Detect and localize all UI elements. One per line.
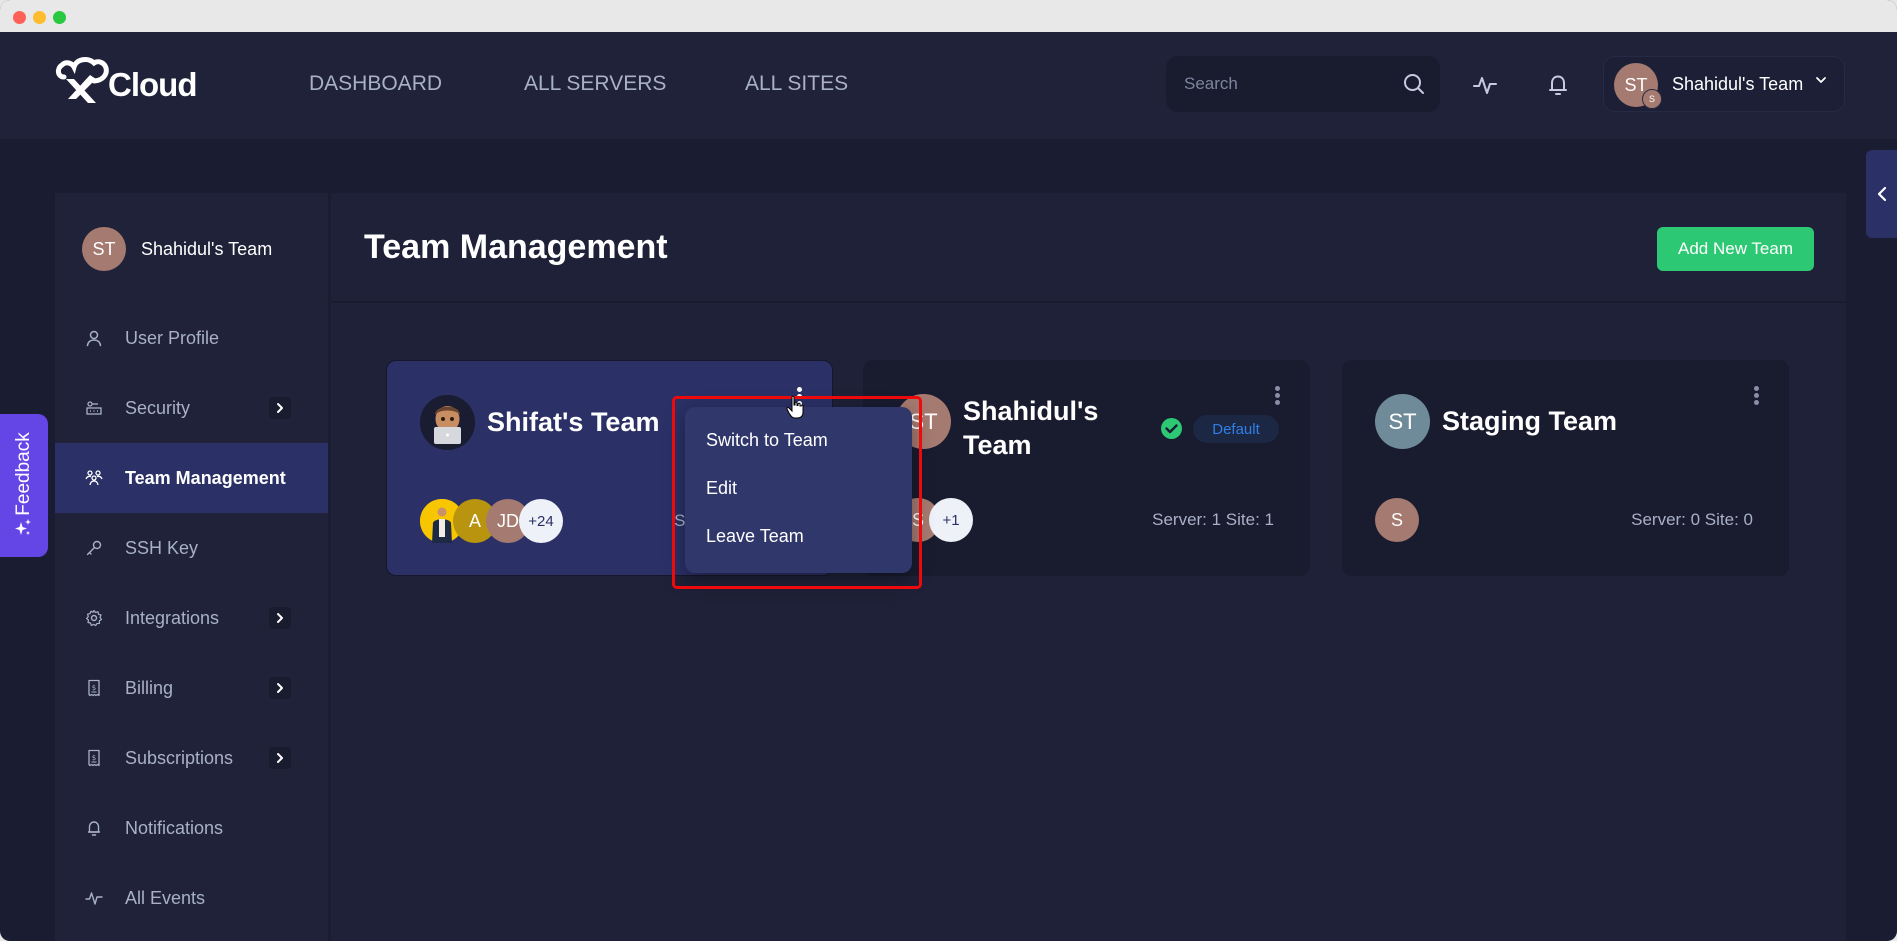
team-name: Staging Team	[1442, 406, 1618, 436]
default-badge: Default	[1193, 415, 1279, 443]
team-stats: Server: 0 Site: 0	[1631, 510, 1753, 529]
user-mini-avatar: S	[1642, 89, 1662, 109]
chevron-right-icon	[277, 613, 283, 623]
settings-sidebar: ST Shahidul's Team User Profile Security	[55, 193, 328, 941]
gear-icon	[85, 609, 103, 627]
sidebar-item-all-events[interactable]: All Events	[55, 863, 328, 933]
menu-item-leave-team[interactable]: Leave Team	[706, 526, 804, 547]
sidebar-item-label: Integrations	[125, 607, 220, 628]
close-window-button[interactable]	[13, 11, 26, 24]
sidebar-item-label: Security	[125, 397, 191, 418]
expand-submenu-button[interactable]	[269, 747, 291, 769]
member-avatars: A JD +24	[420, 499, 563, 543]
activity-icon[interactable]	[1472, 72, 1498, 98]
add-new-team-button[interactable]: Add New Team	[1657, 227, 1814, 271]
sidebar-item-label: Team Management	[125, 467, 286, 488]
expand-submenu-button[interactable]	[269, 397, 291, 419]
key-icon	[86, 540, 102, 556]
nav-all-sites[interactable]: ALL SITES	[745, 72, 848, 96]
security-icon	[86, 401, 102, 415]
sidebar-item-label: SSH Key	[125, 537, 199, 558]
team-name: Shifat's Team	[487, 407, 660, 437]
menu-item-edit[interactable]: Edit	[706, 478, 737, 499]
feedback-button[interactable]: Feedback	[0, 414, 48, 557]
sparkle-icon	[15, 519, 31, 535]
expand-submenu-button[interactable]	[269, 677, 291, 699]
team-stats: Server: 1 Site: 1	[1152, 510, 1274, 529]
top-navbar: Cloud DASHBOARD ALL SERVERS ALL SITES ST…	[0, 32, 1897, 139]
svg-text:$: $	[92, 754, 96, 762]
menu-item-switch-to-team[interactable]: Switch to Team	[706, 430, 828, 451]
sidebar-item-label: Notifications	[125, 817, 224, 838]
collapse-panel-button[interactable]	[1866, 150, 1897, 238]
bell-icon[interactable]	[1545, 72, 1571, 98]
member-avatar: S	[1375, 498, 1419, 542]
sidebar-item-label: User Profile	[125, 327, 220, 348]
team-switcher[interactable]: ST S Shahidul's Team	[1603, 56, 1845, 112]
sidebar-item-label: Subscriptions	[125, 747, 234, 768]
nav-all-servers[interactable]: ALL SERVERS	[524, 72, 666, 96]
sidebar-item-user-profile[interactable]: User Profile	[55, 303, 328, 373]
sidebar-item-integrations[interactable]: Integrations	[55, 583, 328, 653]
nav-dashboard[interactable]: DASHBOARD	[309, 72, 442, 96]
feedback-label: Feedback	[13, 432, 34, 516]
sidebar-item-ssh-key[interactable]: SSH Key	[55, 513, 328, 583]
page-title: Team Management	[364, 228, 668, 266]
kebab-menu-icon[interactable]	[1272, 386, 1282, 410]
search-icon[interactable]	[1402, 72, 1426, 96]
more-members-count[interactable]: +24	[519, 499, 563, 543]
team-name: Shahidul's Team	[963, 396, 1099, 460]
team-icon	[85, 470, 103, 486]
chevron-left-icon	[1877, 186, 1887, 202]
bell-icon	[88, 821, 100, 836]
window-titlebar	[0, 0, 1897, 32]
team-actions-menu: Switch to Team Edit Leave Team	[685, 407, 912, 573]
check-circle-icon	[1161, 418, 1182, 439]
sidebar-item-billing[interactable]: $ Billing	[55, 653, 328, 723]
current-team-label: Shahidul's Team	[1672, 74, 1804, 94]
sidebar-item-team-management[interactable]: Team Management	[55, 443, 328, 513]
sidebar-item-label: All Events	[125, 887, 206, 908]
kebab-menu-icon[interactable]	[1751, 386, 1761, 410]
search-input[interactable]	[1184, 72, 1384, 96]
page-header: Team Management Add New Team	[331, 193, 1846, 303]
team-card[interactable]: ST Staging Team S Server: 0 Site: 0	[1342, 360, 1789, 576]
brand-logo[interactable]: Cloud	[54, 56, 197, 106]
more-members-count[interactable]: +1	[929, 498, 973, 542]
team-avatar: ST	[1375, 394, 1430, 449]
sidebar-team-header: ST Shahidul's Team	[82, 227, 272, 271]
memoji-avatar-icon	[420, 395, 475, 450]
member-avatars: S	[1375, 498, 1419, 542]
sidebar-team-name: Shahidul's Team	[141, 238, 273, 259]
brand-name: Cloud	[108, 66, 197, 103]
user-icon	[86, 330, 102, 347]
sidebar-item-label: Billing	[125, 677, 174, 698]
chevron-down-icon	[1816, 77, 1826, 83]
search-box	[1166, 56, 1440, 112]
xcloud-logo-icon	[55, 57, 109, 103]
expand-submenu-button[interactable]	[269, 607, 291, 629]
minimize-window-button[interactable]	[33, 11, 46, 24]
maximize-window-button[interactable]	[53, 11, 66, 24]
main-content: Team Management Add New Team Shifat's Te…	[331, 193, 1846, 941]
chevron-right-icon	[277, 403, 283, 413]
svg-text:$: $	[92, 684, 96, 692]
activity-icon	[85, 892, 103, 905]
sidebar-item-security[interactable]: Security	[55, 373, 328, 443]
memoji-avatar	[420, 395, 475, 450]
chevron-right-icon	[277, 753, 283, 763]
chevron-right-icon	[277, 683, 283, 693]
sidebar-item-subscriptions[interactable]: $ Subscriptions	[55, 723, 328, 793]
team-avatar: ST	[82, 227, 126, 271]
team-card[interactable]: ST Shahidul's Team Default S +1 Server: …	[863, 360, 1310, 576]
receipt-icon: $	[88, 749, 100, 767]
browser-window: Cloud DASHBOARD ALL SERVERS ALL SITES ST…	[0, 0, 1897, 941]
receipt-icon: $	[88, 679, 100, 697]
sidebar-item-notifications[interactable]: Notifications	[55, 793, 328, 863]
